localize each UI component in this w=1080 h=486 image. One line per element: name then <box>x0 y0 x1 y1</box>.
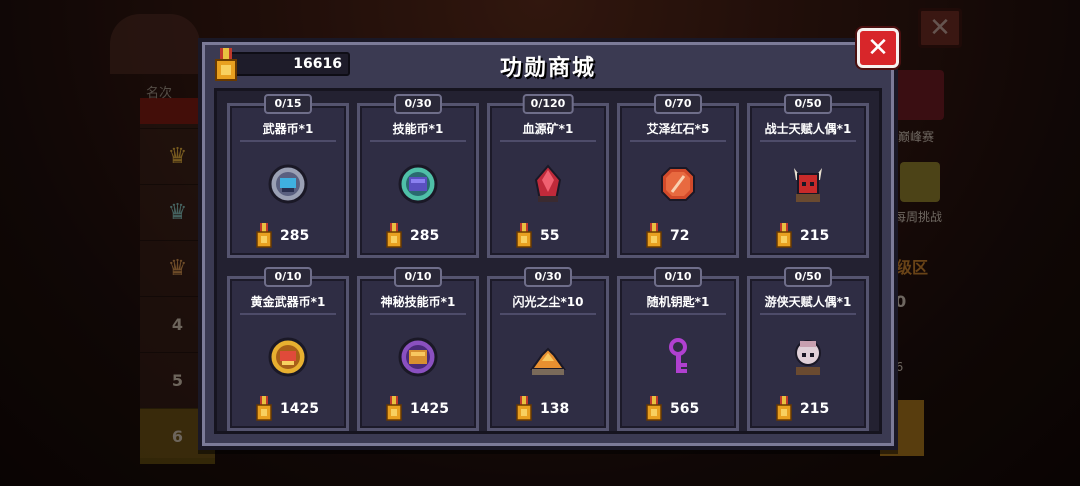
purchase-limit: 0/30 <box>394 94 442 114</box>
item-name: 神秘技能币*1 <box>380 295 456 309</box>
shop-item-warrior-doll[interactable]: 0/50 战士天赋人偶*1 215 <box>747 94 869 258</box>
item-name: 武器币*1 <box>262 122 314 136</box>
price-value: 1425 <box>410 401 449 417</box>
medal-icon <box>386 223 402 248</box>
purchase-limit: 0/50 <box>784 267 832 287</box>
item-price: 55 <box>516 222 559 250</box>
divider <box>240 140 336 142</box>
item-name: 血源矿*1 <box>522 122 574 136</box>
shop-item-random-key[interactable]: 0/10 随机钥匙*1 565 <box>617 267 739 431</box>
divider <box>630 140 726 142</box>
divider <box>630 313 726 315</box>
item-price: 285 <box>386 222 439 250</box>
divider <box>370 140 466 142</box>
item-name: 闪光之尘*10 <box>512 295 584 309</box>
item-name: 艾泽红石*5 <box>646 122 710 136</box>
divider <box>500 140 596 142</box>
purchase-limit: 0/15 <box>264 94 312 114</box>
medal-icon <box>776 396 792 421</box>
red-stone-icon <box>661 167 695 201</box>
shop-title: 功勋商城 <box>499 56 596 81</box>
shop-item-weapon-coin[interactable]: 0/15 武器币*1 285 <box>227 94 349 258</box>
close-button[interactable]: ✕ <box>857 28 899 68</box>
price-value: 285 <box>410 228 440 244</box>
item-name: 游侠天赋人偶*1 <box>764 295 852 309</box>
price-value: 72 <box>670 228 690 244</box>
ranger-doll-icon <box>795 340 821 375</box>
divider <box>760 313 856 315</box>
item-name: 战士天赋人偶*1 <box>764 122 852 136</box>
price-value: 285 <box>280 228 310 244</box>
item-price: 285 <box>256 222 309 250</box>
price-value: 565 <box>670 401 700 417</box>
shop-item-blood-ore[interactable]: 0/120 血源矿*1 55 <box>487 94 609 258</box>
divider <box>370 313 466 315</box>
purchase-limit: 0/120 <box>522 94 574 114</box>
shop-item-gold-weapon-coin[interactable]: 0/10 黄金武器币*1 1425 <box>227 267 349 431</box>
price-value: 55 <box>540 228 560 244</box>
item-price: 138 <box>516 395 569 423</box>
item-name: 技能币*1 <box>392 122 444 136</box>
divider <box>500 313 596 315</box>
item-price: 215 <box>776 222 829 250</box>
skill-coin-icon <box>398 164 438 204</box>
medal-icon <box>256 223 272 248</box>
price-value: 138 <box>540 401 570 417</box>
medal-icon <box>646 223 662 248</box>
flash-dust-icon <box>530 347 566 375</box>
blood-ore-icon <box>534 164 562 202</box>
item-price: 565 <box>646 395 699 423</box>
medal-icon <box>516 396 532 421</box>
price-value: 215 <box>800 401 830 417</box>
shop-item-ranger-doll[interactable]: 0/50 游侠天赋人偶*1 215 <box>747 267 869 431</box>
weapon-coin-icon <box>268 164 308 204</box>
item-name: 随机钥匙*1 <box>646 295 710 309</box>
item-price: 1425 <box>386 395 449 423</box>
item-grid: 0/15 武器币*1 285 0/30 技能币*1 285 0/120 血源矿*… <box>214 88 882 434</box>
divider <box>760 140 856 142</box>
medal-icon <box>646 396 662 421</box>
purchase-limit: 0/10 <box>654 267 702 287</box>
purchase-limit: 0/70 <box>654 94 702 114</box>
medal-icon <box>256 396 272 421</box>
medal-icon <box>386 396 402 421</box>
price-value: 215 <box>800 228 830 244</box>
shop-item-red-stone[interactable]: 0/70 艾泽红石*5 72 <box>617 94 739 258</box>
shop-item-flash-dust[interactable]: 0/30 闪光之尘*10 138 <box>487 267 609 431</box>
item-price: 72 <box>646 222 689 250</box>
gold-weapon-coin-icon <box>268 337 308 377</box>
shop-item-mystic-skill-coin[interactable]: 0/10 神秘技能币*1 1425 <box>357 267 479 431</box>
purchase-limit: 0/10 <box>264 267 312 287</box>
purchase-limit: 0/50 <box>784 94 832 114</box>
purchase-limit: 0/10 <box>394 267 442 287</box>
merit-shop-modal: 16616 功勋商城 ✕ 0/15 武器币*1 285 0/30 技能币*1 2… <box>198 28 899 450</box>
item-price: 215 <box>776 395 829 423</box>
purchase-limit: 0/30 <box>524 267 572 287</box>
warrior-doll-icon <box>794 168 822 202</box>
mystic-skill-coin-icon <box>398 337 438 377</box>
shop-item-skill-coin[interactable]: 0/30 技能币*1 285 <box>357 94 479 258</box>
divider <box>240 313 336 315</box>
price-value: 1425 <box>280 401 319 417</box>
item-price: 1425 <box>256 395 319 423</box>
medal-icon <box>776 223 792 248</box>
random-key-icon <box>669 338 687 373</box>
medal-icon <box>516 223 532 248</box>
item-name: 黄金武器币*1 <box>250 295 326 309</box>
